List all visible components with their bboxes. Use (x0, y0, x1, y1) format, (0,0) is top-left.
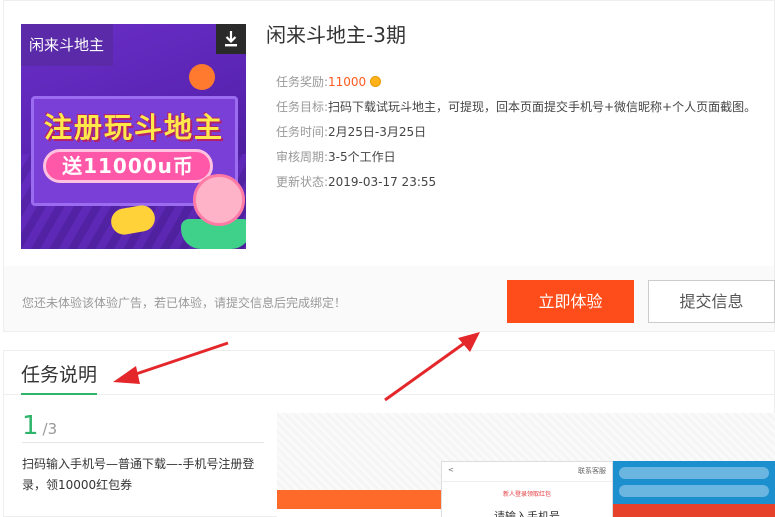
mascot-icon (193, 174, 245, 226)
banner-headline: 注册玩斗地主 (43, 111, 224, 144)
screenshot-white-strip (277, 509, 442, 517)
screenshot-red-note: 新人登录领取红包 (502, 491, 551, 498)
field-label: 更新状态: (275, 175, 328, 189)
screenshot-input-hint: 请输入手机号 (494, 510, 560, 517)
reward-amount: 11000 (328, 75, 367, 89)
step-total: /3 (42, 420, 58, 438)
step-screenshot: < 联系客服 新人登录领取红包 请输入手机号 (277, 413, 775, 517)
field-time: 任务时间: 2月25日-3月25日 (266, 120, 771, 145)
screenshot-chat-line (619, 485, 769, 497)
section-header: 任务说明 (4, 351, 774, 395)
field-value: 2月25日-3月25日 (328, 125, 427, 139)
task-fields: 任务奖励: 11000 任务目标: 扫码下载试玩斗地主，可提现，回本页面提交手机… (266, 70, 771, 195)
submit-info-button[interactable]: 提交信息 (648, 280, 775, 323)
banner-promo: 送11000u币 (43, 149, 213, 183)
step-current: 1 (22, 411, 39, 441)
screenshot-phone-login: < 联系客服 新人登录领取红包 请输入手机号 (441, 461, 613, 517)
field-updated: 更新状态: 2019-03-17 23:55 (266, 170, 771, 195)
planet-icon (189, 64, 215, 90)
banner-tag: 闲来斗地主 (21, 24, 113, 66)
field-label: 任务时间: (275, 125, 328, 139)
download-icon[interactable] (216, 24, 246, 54)
field-goal: 任务目标: 扫码下载试玩斗地主，可提现，回本页面提交手机号+微信昵称+个人页面截… (266, 95, 771, 120)
field-value: 2019-03-17 23:55 (328, 175, 437, 189)
start-experience-button[interactable]: 立即体验 (507, 280, 634, 323)
field-value: 3-5个工作日 (328, 150, 396, 164)
back-icon: < (448, 466, 454, 474)
field-review: 审核周期: 3-5个工作日 (266, 145, 771, 170)
task-card: 闲来斗地主 注册玩斗地主 送11000u币 闲来斗地主-3期 任务奖励: 110… (3, 0, 775, 332)
screenshot-service: 联系客服 (578, 467, 606, 475)
screenshot-red-bar (613, 504, 775, 517)
field-value: 11000 (328, 70, 771, 95)
section-title[interactable]: 任务说明 (21, 360, 98, 395)
bind-notice: 您还未体验该体验广告，若已体验，请提交信息后完成绑定！ (22, 296, 347, 310)
field-reward: 任务奖励: 11000 (266, 70, 771, 95)
task-description-section: 任务说明 1/3 扫码输入手机号—普通下载—-手机号注册登录，领10000红包券… (3, 350, 775, 517)
task-title: 闲来斗地主-3期 (266, 23, 406, 47)
screenshot-chat-line (619, 467, 769, 479)
screenshot-phone-bar: < 联系客服 (442, 462, 612, 482)
coin-icon (370, 76, 382, 87)
field-label: 审核周期: (275, 150, 328, 164)
task-banner-image: 闲来斗地主 注册玩斗地主 送11000u币 (21, 24, 246, 249)
task-info: 闲来斗地主-3期 任务奖励: 11000 任务目标: 扫码下载试玩斗地主，可提现… (266, 20, 771, 195)
field-label: 任务目标: (275, 100, 328, 114)
divider (22, 442, 264, 443)
step-description: 扫码输入手机号—普通下载—-手机号注册登录，领10000红包券 (22, 457, 255, 492)
step-counter: 1/3 (22, 411, 57, 441)
field-value: 扫码下载试玩斗地主，可提现，回本页面提交手机号+微信昵称+个人页面截图。 (328, 100, 757, 114)
field-label: 任务奖励: (275, 75, 328, 89)
screenshot-phone-chat (613, 461, 775, 517)
task-summary: 闲来斗地主 注册玩斗地主 送11000u币 闲来斗地主-3期 任务奖励: 110… (4, 1, 774, 266)
